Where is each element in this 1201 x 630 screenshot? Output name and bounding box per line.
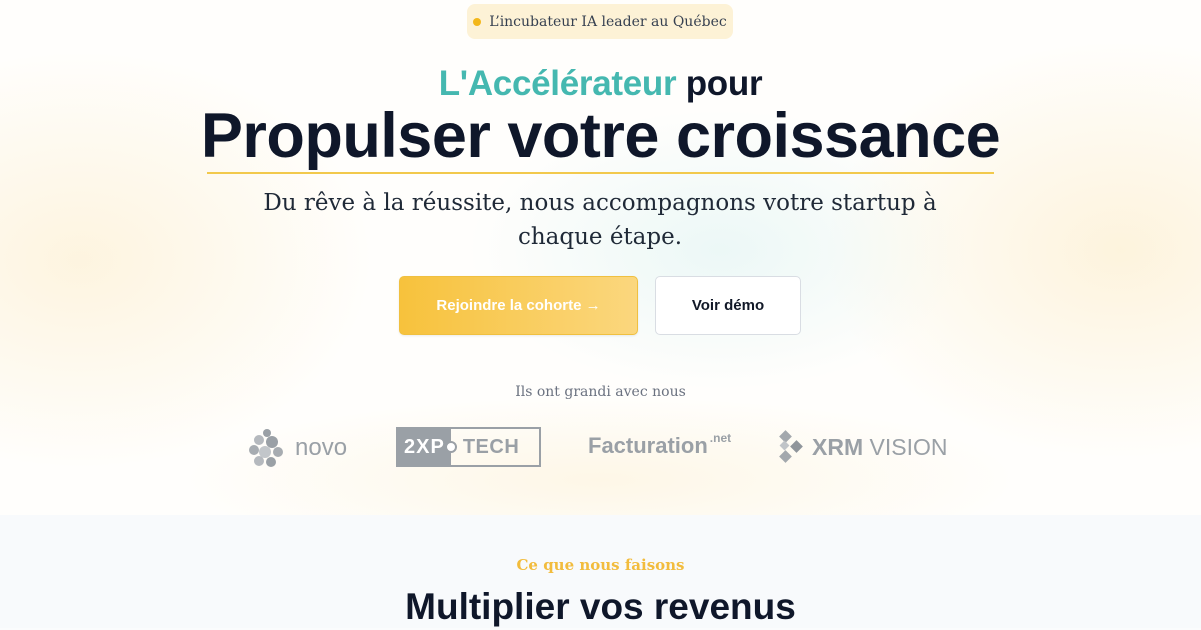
hero-title-accent: L'Accélérateur <box>438 64 677 103</box>
badge-dot-icon <box>473 17 482 26</box>
join-cohort-button[interactable]: Rejoindre la cohorte → <box>399 276 638 335</box>
tech-wordmark: TECH <box>462 435 520 458</box>
xrm-wordmark: XRM VISION <box>812 434 947 461</box>
partner-logo-facturation: Facturation .net <box>588 424 731 468</box>
xrm-bold-text: XRM <box>812 433 864 460</box>
partner-logo-xrmvision: XRM VISION <box>778 427 947 467</box>
hero-badge: L’incubateur IA leader au Québec <box>467 4 733 39</box>
hero-title-main: Propulser votre croissance <box>200 101 1001 171</box>
badge-label: L’incubateur IA leader au Québec <box>489 13 727 30</box>
vision-text: VISION <box>863 433 948 460</box>
section-kicker: Ce que nous faisons <box>516 556 685 574</box>
2xp-dot-icon <box>444 441 457 453</box>
partner-logo-novo: novo <box>247 426 347 470</box>
partner-logo-2xptech: 2XP TECH <box>396 427 541 467</box>
facturation-wordmark: Facturation <box>588 433 708 458</box>
novo-wordmark: novo <box>295 434 348 461</box>
hero-title-underline <box>207 172 994 174</box>
xrm-diamond-icon <box>779 430 803 463</box>
2xp-wordmark: 2XP <box>398 429 451 465</box>
hero-title-rest: pour <box>676 64 763 103</box>
partners-heading: Ils ont grandi avec nous <box>515 384 686 400</box>
hero-subtitle: Du rêve à la réussite, nous accompagnons… <box>263 190 937 250</box>
watch-demo-button[interactable]: Voir démo <box>655 276 801 335</box>
novo-cluster-icon <box>249 429 283 467</box>
section-title: Multiplier vos revenus <box>405 586 796 627</box>
facturation-net-superscript: .net <box>709 431 732 445</box>
